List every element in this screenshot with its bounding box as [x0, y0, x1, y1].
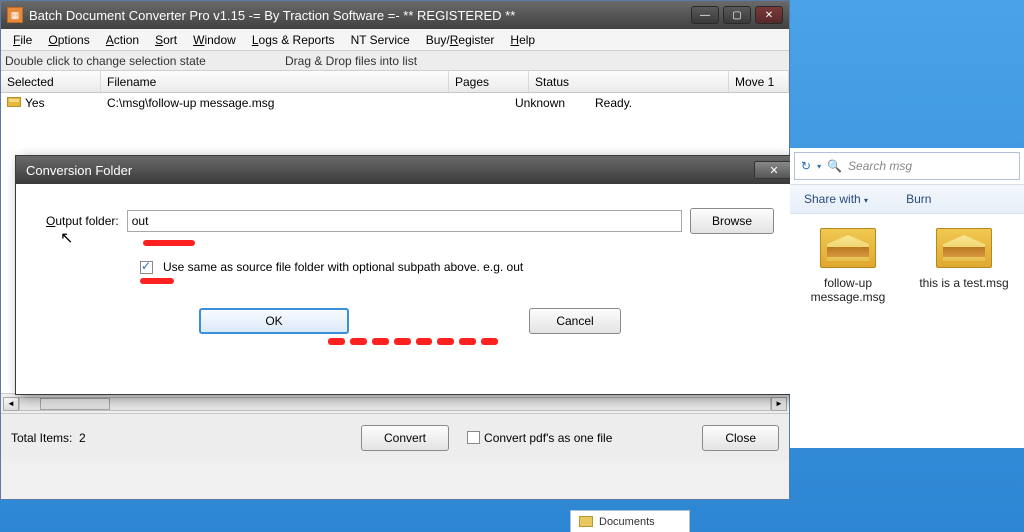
file-item[interactable]: this is a test.msg [916, 228, 1012, 304]
explorer-window: ↻ ▾ 🔍 Search msg Share with ▾ Burn follo… [790, 148, 1024, 448]
col-pages[interactable]: Pages [449, 71, 529, 92]
dialog-titlebar[interactable]: Conversion Folder ✕ [16, 156, 804, 184]
horizontal-scrollbar[interactable]: ◄ ► [1, 393, 789, 413]
dialog-close-button[interactable]: ✕ [754, 161, 794, 179]
explorer-toolbar: Share with ▾ Burn [790, 184, 1024, 214]
convert-one-file-label[interactable]: Convert pdf's as one file [467, 431, 612, 445]
menu-buy[interactable]: Buy/Register [418, 31, 503, 49]
hint-bar: Double click to change selection state D… [1, 51, 789, 71]
annotation-underline [328, 338, 498, 345]
chevron-down-icon: ▾ [864, 196, 868, 205]
maximize-button[interactable]: ▢ [723, 6, 751, 24]
list-row[interactable]: Yes C:\msg\follow-up message.msg Unknown… [1, 93, 789, 113]
minimize-button[interactable]: — [691, 6, 719, 24]
scroll-left-icon[interactable]: ◄ [3, 397, 19, 411]
msg-icon [7, 97, 21, 107]
menu-window[interactable]: Window [185, 31, 244, 49]
dropdown-icon[interactable]: ▾ [817, 162, 821, 171]
output-folder-input[interactable] [127, 210, 682, 232]
titlebar[interactable]: ▦ Batch Document Converter Pro v1.15 -= … [1, 1, 789, 29]
cell-status: Ready. [589, 96, 789, 110]
menubar: File Options Action Sort Window Logs & R… [1, 29, 789, 51]
menu-sort[interactable]: Sort [147, 31, 185, 49]
menu-action[interactable]: Action [98, 31, 147, 49]
annotation-underline [143, 240, 195, 246]
convert-one-checkbox[interactable] [467, 431, 480, 444]
close-button[interactable]: ✕ [755, 6, 783, 24]
dialog-title: Conversion Folder [26, 163, 754, 178]
menu-help[interactable]: Help [502, 31, 543, 49]
list-header: Selected Filename Pages Status Move 1 [1, 71, 789, 93]
explorer-search[interactable]: ↻ ▾ 🔍 Search msg [794, 152, 1020, 180]
same-source-label: Use same as source file folder with opti… [163, 260, 523, 274]
window-title: Batch Document Converter Pro v1.15 -= By… [29, 8, 691, 23]
output-folder-label: Output folder: [46, 214, 119, 228]
file-name: this is a test.msg [916, 276, 1012, 290]
browse-button[interactable]: Browse [690, 208, 774, 234]
hint-selection: Double click to change selection state [5, 54, 285, 68]
menu-options[interactable]: Options [40, 31, 97, 49]
cancel-button[interactable]: Cancel [529, 308, 621, 334]
app-icon: ▦ [7, 7, 23, 23]
ok-button[interactable]: OK [199, 308, 349, 334]
refresh-icon[interactable]: ↻ [801, 159, 811, 173]
msg-file-icon [820, 228, 876, 268]
menu-logs[interactable]: Logs & Reports [244, 31, 343, 49]
annotation-underline [140, 278, 174, 284]
conversion-folder-dialog: Conversion Folder ✕ Output folder: Brows… [15, 155, 805, 395]
folder-icon [579, 516, 593, 527]
burn-button[interactable]: Burn [906, 192, 931, 206]
taskbar-documents[interactable]: Documents [570, 510, 690, 532]
msg-file-icon [936, 228, 992, 268]
cell-filename: C:\msg\follow-up message.msg [101, 96, 509, 110]
hint-dragdrop: Drag & Drop files into list [285, 54, 417, 68]
file-name: follow-up message.msg [800, 276, 896, 304]
col-move[interactable]: Move 1 [729, 71, 789, 92]
search-placeholder: Search msg [848, 159, 912, 173]
total-items: Total Items: 2 [11, 431, 351, 445]
share-with-button[interactable]: Share with ▾ [804, 192, 868, 206]
col-selected[interactable]: Selected [1, 71, 101, 92]
scroll-track[interactable] [19, 397, 771, 411]
menu-file[interactable]: File [5, 31, 40, 49]
search-icon: 🔍 [827, 159, 842, 173]
cell-selected: Yes [25, 96, 45, 110]
cell-pages: Unknown [509, 96, 589, 110]
explorer-files[interactable]: follow-up message.msg this is a test.msg [790, 214, 1024, 318]
scroll-thumb[interactable] [40, 398, 110, 410]
menu-ntservice[interactable]: NT Service [343, 31, 418, 49]
convert-button[interactable]: Convert [361, 425, 449, 451]
close-app-button[interactable]: Close [702, 425, 779, 451]
bottom-bar: Total Items: 2 Convert Convert pdf's as … [1, 413, 789, 461]
file-item[interactable]: follow-up message.msg [800, 228, 896, 304]
scroll-right-icon[interactable]: ► [771, 397, 787, 411]
col-status[interactable]: Status [529, 71, 729, 92]
col-filename[interactable]: Filename [101, 71, 449, 92]
same-source-checkbox[interactable] [140, 261, 153, 274]
